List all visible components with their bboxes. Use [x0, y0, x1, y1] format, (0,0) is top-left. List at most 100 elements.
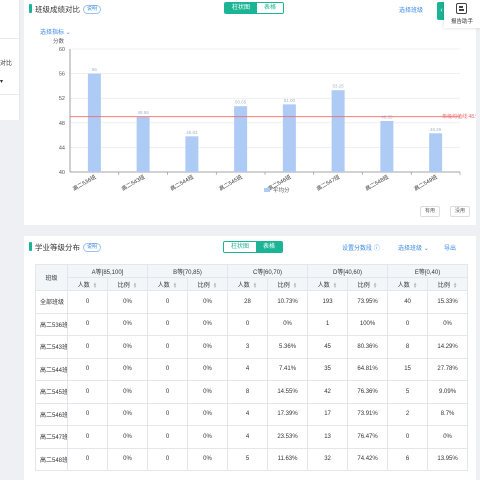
sort-icon[interactable]: ▲ ▼	[413, 281, 417, 289]
sort-icon[interactable]: ▲ ▼	[133, 281, 137, 289]
ratio-cell: 0%	[187, 312, 229, 336]
count-cell: 4	[227, 402, 269, 426]
grade-table: 班级 A等[85,100] B等[70,85) C等[60,70) D等[40,…	[35, 264, 469, 471]
select-class-dropdown[interactable]: 选择班级 ⌄	[398, 243, 429, 252]
count-cell: 193	[307, 290, 349, 314]
count-cell: 0	[147, 357, 189, 381]
ratio-cell: 13.95%	[427, 447, 469, 471]
column-header-grade-b: B等[70,85)	[147, 264, 229, 278]
ratio-cell: 76.36%	[347, 380, 389, 404]
bar	[282, 104, 296, 172]
class-name-cell: 全部班级	[35, 290, 68, 314]
view-toggle: 柱状图 表格	[223, 241, 284, 253]
bar	[185, 136, 199, 172]
ratio-cell: 27.78%	[427, 357, 469, 381]
ratio-cell: 10.73%	[267, 290, 309, 314]
count-cell: 0	[147, 402, 189, 426]
sort-icon[interactable]: ▲ ▼	[253, 281, 257, 289]
table-row: 高二546班 0 0% 0 0% 4 17.39% 17 73.91% 2 8.7%	[35, 402, 469, 426]
column-header-count[interactable]: 人数 ▲ ▼	[147, 277, 189, 291]
column-header-ratio[interactable]: 比例 ▲ ▼	[347, 277, 389, 291]
report-assistant-label: 报告助手	[450, 19, 473, 25]
data-label: 46.26	[430, 127, 442, 132]
y-axis-label: 分数	[53, 37, 65, 45]
column-header-ratio[interactable]: 比例 ▲ ▼	[187, 277, 229, 291]
section-title: 学业等级分布	[35, 243, 80, 252]
class-name-cell: 高二545班	[35, 380, 68, 404]
ratio-cell: 0%	[106, 402, 149, 426]
ratio-cell: 0%	[187, 380, 229, 404]
column-header-count[interactable]: 人数 ▲ ▼	[387, 277, 429, 291]
tab-bar-chart[interactable]: 柱状图	[224, 242, 257, 252]
ratio-cell: 0%	[187, 402, 229, 426]
column-header-ratio[interactable]: 比例 ▲ ▼	[267, 277, 309, 291]
export-button[interactable]: 导出	[444, 243, 456, 252]
count-cell: 0	[67, 335, 108, 359]
x-tick-label: 高二545班	[217, 173, 244, 193]
x-tick-label: 高二547班	[315, 173, 342, 193]
column-header-grade-d: D等[40,60)	[307, 264, 389, 278]
divider	[0, 94, 20, 95]
info-icon: ⓘ	[373, 246, 380, 252]
sort-icon[interactable]: ▲ ▼	[93, 281, 97, 289]
ratio-cell: 14.55%	[267, 380, 309, 404]
ratio-cell: 0%	[187, 357, 229, 381]
ratio-cell: 64.81%	[347, 357, 389, 381]
class-score-comparison-card: 班级成绩对比 说明 柱状图 表格 选择班级 选择指标 ⌄ 分数 40 44 48 52 5…	[24, 0, 476, 225]
sort-icon[interactable]: ▲ ▼	[373, 281, 377, 289]
count-cell: 0	[387, 425, 429, 449]
count-cell: 2	[387, 402, 429, 426]
sub-header-label: 人数	[317, 282, 330, 289]
ratio-cell: 0%	[106, 357, 149, 381]
table-row: 高二545班 0 0% 0 0% 8 14.55% 42 76.36% 5 9.09%	[35, 380, 469, 404]
column-header-count[interactable]: 人数 ▲ ▼	[67, 277, 108, 291]
legend-swatch	[264, 188, 270, 192]
sort-icon[interactable]: ▲ ▼	[213, 281, 217, 289]
count-cell: 4	[227, 425, 269, 449]
column-header-ratio[interactable]: 比例 ▲ ▼	[427, 277, 469, 291]
ratio-cell: 0%	[187, 335, 229, 359]
count-cell: 0	[147, 425, 189, 449]
ratio-cell: 80.36%	[347, 335, 389, 359]
y-tick-label: 40	[59, 170, 65, 176]
y-tick-label: 60	[59, 47, 65, 53]
grade-average-label: 年级均值线:48.99	[442, 113, 476, 120]
ratio-cell: 73.95%	[347, 290, 389, 314]
count-cell: 8	[387, 335, 429, 359]
sub-header-label: 人数	[77, 282, 90, 289]
sort-icon[interactable]: ▲ ▼	[293, 281, 297, 289]
grade-distribution-card: 学业等级分布 说明 柱状图 表格 设置分数段 ⓘ 选择班级 ⌄ 导出 班级 A等…	[24, 236, 476, 480]
count-cell: 0	[147, 380, 189, 404]
ratio-cell: 0%	[106, 335, 149, 359]
count-cell: 0	[67, 357, 108, 381]
y-tick-label: 48	[59, 121, 65, 127]
count-cell: 3	[227, 335, 269, 359]
column-header-count[interactable]: 人数 ▲ ▼	[307, 277, 349, 291]
count-cell: 0	[67, 425, 108, 449]
count-cell: 4	[227, 357, 269, 381]
ratio-cell: 73.91%	[347, 402, 389, 426]
sidebar-item-compare[interactable]: 对比	[0, 58, 12, 67]
column-header-class: 班级	[35, 264, 68, 291]
not-useful-button[interactable]: 没用	[450, 206, 471, 217]
ratio-cell: 76.47%	[347, 425, 389, 449]
sort-icon[interactable]: ▲ ▼	[453, 281, 457, 289]
ratio-cell: 9.09%	[427, 380, 469, 404]
chevron-down-icon[interactable]: ▾	[0, 78, 3, 85]
legend-label: 平均分	[273, 186, 290, 194]
x-tick-label: 高二549班	[412, 173, 439, 193]
useful-button[interactable]: 有用	[420, 206, 441, 217]
help-badge[interactable]: 说明	[83, 243, 102, 252]
ratio-cell: 0%	[427, 312, 469, 336]
sort-icon[interactable]: ▲ ▼	[173, 281, 177, 289]
score-range-settings[interactable]: 设置分数段 ⓘ	[342, 243, 380, 252]
ratio-cell: 14.29%	[427, 335, 469, 359]
column-header-ratio[interactable]: 比例 ▲ ▼	[106, 277, 149, 291]
count-cell: 0	[67, 447, 108, 471]
ratio-cell: 0%	[267, 312, 309, 336]
tab-table[interactable]: 表格	[256, 242, 283, 252]
column-header-count[interactable]: 人数 ▲ ▼	[227, 277, 269, 291]
report-assistant-button[interactable]: 报告助手	[444, 0, 480, 28]
sort-icon[interactable]: ▲ ▼	[333, 281, 337, 289]
count-cell: 0	[227, 312, 269, 336]
